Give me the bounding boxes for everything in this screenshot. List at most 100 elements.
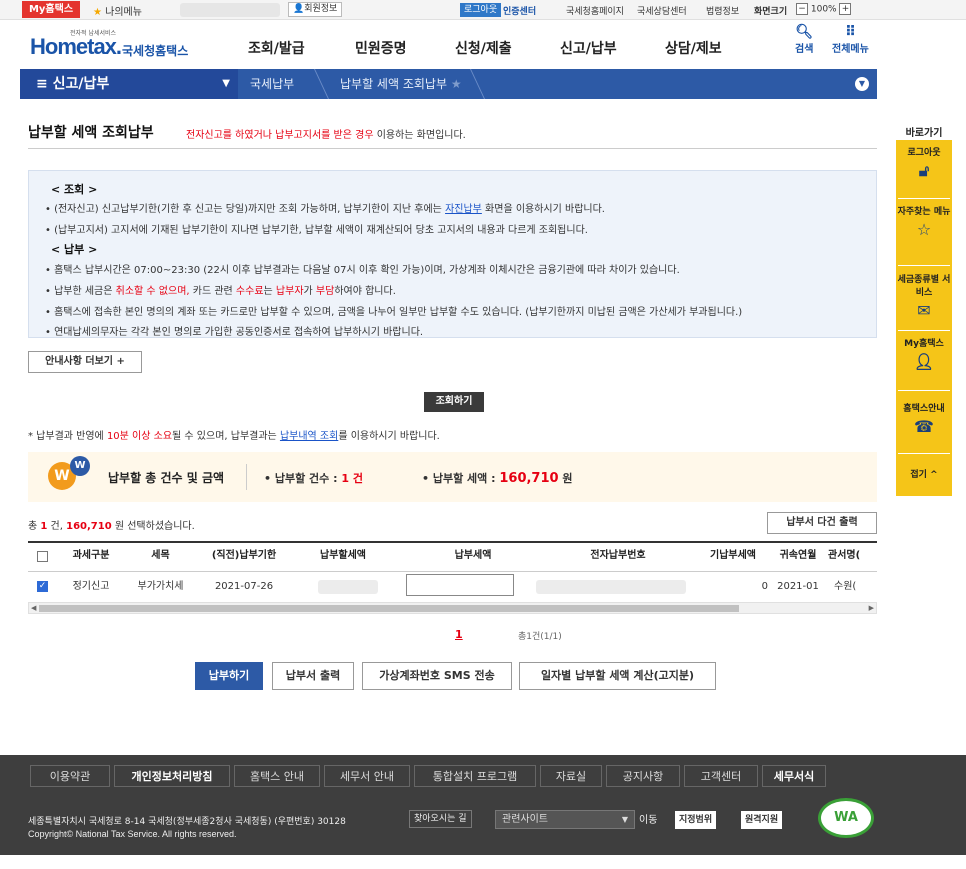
star-icon: ★ bbox=[93, 7, 102, 18]
chevron-down-icon[interactable]: ▼ bbox=[855, 77, 869, 91]
chevron-down-icon: ▼ bbox=[621, 815, 628, 824]
designated-badge[interactable]: 지정범위 bbox=[675, 811, 717, 829]
self-payment-link[interactable]: 자진납부 bbox=[445, 204, 482, 215]
w-badge-icon: W bbox=[70, 456, 90, 476]
search-button[interactable]: 🔍︎ 검색 bbox=[795, 24, 813, 55]
quick-menu: 바로가기 로그아웃 🔓︎ 자주찾는 메뉴 ☆ 세금종류별 서비스 ✉ My홈택스 👤︎ … bbox=[896, 118, 952, 496]
divider bbox=[898, 453, 950, 454]
footer-link-library[interactable]: 자료실 bbox=[540, 765, 602, 787]
favorite-star-icon[interactable]: ★ bbox=[451, 77, 462, 91]
gnb-application[interactable]: 신청/제출 bbox=[455, 38, 512, 58]
quick-tax-service[interactable]: 세금종류별 서비스 ✉ bbox=[896, 272, 952, 320]
column-header: 납부세액 bbox=[454, 550, 492, 561]
footer-link-install[interactable]: 통합설치 프로그램 bbox=[414, 765, 536, 787]
divider bbox=[898, 265, 950, 266]
law-info-link[interactable]: 법령정보 bbox=[706, 4, 739, 17]
guide-head-query: < 조회 > bbox=[51, 183, 98, 196]
summary-count: • 납부할 건수 : 1 건 bbox=[264, 472, 363, 485]
column-header: 귀속연월 bbox=[779, 550, 817, 561]
column-header: 납부할세액 bbox=[320, 550, 366, 561]
cell-due: 2021-07-26 bbox=[214, 581, 274, 592]
page-count: 총1건(1/1) bbox=[518, 632, 562, 642]
scroll-left-icon[interactable]: ◀ bbox=[31, 603, 36, 613]
logout-button[interactable]: 로그아웃 bbox=[460, 3, 502, 17]
my-hometax-tab[interactable]: My홈택스 bbox=[22, 1, 80, 18]
gnb-report-payment[interactable]: 신고/납부 bbox=[560, 38, 617, 58]
footer-link-forms[interactable]: 세무서식 bbox=[762, 765, 826, 787]
star-icon: ☆ bbox=[916, 220, 932, 239]
payment-history-link[interactable]: 납부내역 조회 bbox=[280, 431, 338, 442]
sms-send-button[interactable]: 가상계좌번호 SMS 전송 bbox=[362, 662, 512, 690]
row-checkbox[interactable]: ✓ bbox=[37, 581, 48, 592]
breadcrumb-tax-payment[interactable]: 국세납부 bbox=[250, 69, 294, 99]
location-bar: ≡ 신고/납부 ▼ 국세납부 납부할 세액 조회납부 ★ ▼ bbox=[20, 69, 877, 99]
select-all-checkbox[interactable] bbox=[37, 551, 48, 562]
footer-link-support[interactable]: 고객센터 bbox=[684, 765, 758, 787]
quick-logout[interactable]: 로그아웃 🔓︎ bbox=[896, 145, 952, 180]
cell-paid: 0 bbox=[761, 581, 768, 592]
consult-center-link[interactable]: 국세상담센터 bbox=[637, 4, 687, 17]
horizontal-scrollbar[interactable]: ◀ ▶ bbox=[28, 602, 877, 614]
zoom-control: − 100% + bbox=[796, 3, 852, 15]
column-header: 관서명( bbox=[828, 550, 861, 561]
payment-table: 과세구분 세목 (직전)납부기한 납부할세액 납부세액 전자납부번호 기납부세액… bbox=[28, 541, 877, 614]
zoom-in-button[interactable]: + bbox=[839, 3, 852, 15]
divider bbox=[898, 198, 950, 199]
related-site-select[interactable]: 관련사이트 ▼ bbox=[495, 810, 635, 829]
my-menu-link[interactable]: ★ 나의메뉴 bbox=[93, 3, 142, 18]
gnb-consult[interactable]: 상담/제보 bbox=[665, 38, 722, 58]
column-header: 전자납부번호 bbox=[590, 550, 646, 561]
gnb-inquiry[interactable]: 조회/발급 bbox=[248, 38, 305, 58]
column-header: 기납부세액 bbox=[710, 550, 756, 561]
user-icon: 👤︎ bbox=[913, 352, 935, 371]
quick-favorites[interactable]: 자주찾는 메뉴 ☆ bbox=[896, 204, 952, 239]
breadcrumb-current: 납부할 세액 조회납부 ★ bbox=[340, 77, 462, 91]
quick-collapse-button[interactable]: 접기 ^ bbox=[896, 467, 952, 480]
remote-support-button[interactable]: 원격지원 bbox=[741, 811, 783, 829]
footer-link-hometax[interactable]: 홈택스 안내 bbox=[234, 765, 320, 787]
quick-panel: 로그아웃 🔓︎ 자주찾는 메뉴 ☆ 세금종류별 서비스 ✉ My홈택스 👤︎ 홈택스안내… bbox=[896, 140, 952, 496]
zoom-level: 100% bbox=[810, 4, 837, 15]
scroll-thumb[interactable] bbox=[39, 605, 739, 612]
guide-line: • (납부고지서) 고지서에 기재된 납부기한이 지나면 납부기한, 납부할 세… bbox=[45, 225, 588, 236]
multi-print-button[interactable]: 납부서 다건 출력 bbox=[767, 512, 877, 534]
quick-hometax-guide[interactable]: 홈택스안내 ☎ bbox=[896, 401, 952, 436]
envelope-icon: ✉ bbox=[917, 301, 931, 320]
gnb-certificate[interactable]: 민원증명 bbox=[355, 38, 407, 58]
section-dropdown[interactable]: ≡ 신고/납부 ▼ bbox=[20, 69, 238, 99]
nts-homepage-link[interactable]: 국세청홈페이지 bbox=[566, 4, 624, 17]
grid-icon: ⠿ bbox=[844, 24, 856, 40]
zoom-out-button[interactable]: − bbox=[796, 3, 808, 15]
column-header: 과세구분 bbox=[72, 550, 110, 561]
wa-certification-icon: WA bbox=[818, 798, 874, 838]
page-number[interactable]: 1 bbox=[455, 628, 463, 641]
footer-link-office[interactable]: 세무서 안내 bbox=[324, 765, 410, 787]
pay-button[interactable]: 납부하기 bbox=[195, 662, 263, 690]
print-bill-button[interactable]: 납부서 출력 bbox=[272, 662, 354, 690]
site-header: 전자적 납세서비스 Hometax. 국세청홈택스 조회/발급 민원증명 신청/… bbox=[0, 20, 966, 68]
footer-link-terms[interactable]: 이용약관 bbox=[30, 765, 110, 787]
cell-period: 2021-01 bbox=[777, 581, 819, 592]
all-menu-button[interactable]: ⠿ 전체메뉴 bbox=[832, 24, 869, 55]
footer-address: 세종특별자치시 국세청로 8-14 국세청(정부세종2청사 국세청동) (우편번… bbox=[28, 817, 346, 827]
cell-tax: 부가가치세 bbox=[137, 581, 184, 592]
go-button[interactable]: 이동 bbox=[639, 811, 657, 826]
more-info-button[interactable]: 안내사항 더보기 + bbox=[28, 351, 142, 373]
footer-link-privacy[interactable]: 개인정보처리방침 bbox=[114, 765, 230, 787]
divider bbox=[246, 464, 247, 490]
top-utility-bar: My홈택스 ★ 나의메뉴 👤회원정보 로그아웃 인증센터 국세청홈페이지 국세상… bbox=[0, 0, 966, 20]
scroll-right-icon[interactable]: ▶ bbox=[869, 603, 874, 613]
find-way-button[interactable]: 찾아오시는 길 bbox=[409, 810, 472, 828]
logo-home: Hometax. bbox=[30, 34, 122, 59]
breadcrumb-separator bbox=[303, 69, 329, 99]
daily-calc-button[interactable]: 일자별 납부할 세액 계산(고지분) bbox=[519, 662, 716, 690]
payment-amount-input[interactable] bbox=[406, 574, 514, 596]
footer-link-notice[interactable]: 공지사항 bbox=[606, 765, 680, 787]
search-submit-button[interactable]: 조회하기 bbox=[424, 392, 484, 412]
quick-my-hometax[interactable]: My홈택스 👤︎ bbox=[896, 336, 952, 371]
footer-copyright: Copyright© National Tax Service. All rig… bbox=[28, 829, 237, 839]
cert-center-link[interactable]: 인증센터 bbox=[503, 4, 536, 17]
divider bbox=[28, 148, 877, 149]
guide-line: • 홈택스 납부시간은 07:00~23:30 (22시 이후 납부결과는 다음… bbox=[45, 265, 680, 276]
member-info-button[interactable]: 👤회원정보 bbox=[288, 2, 343, 17]
